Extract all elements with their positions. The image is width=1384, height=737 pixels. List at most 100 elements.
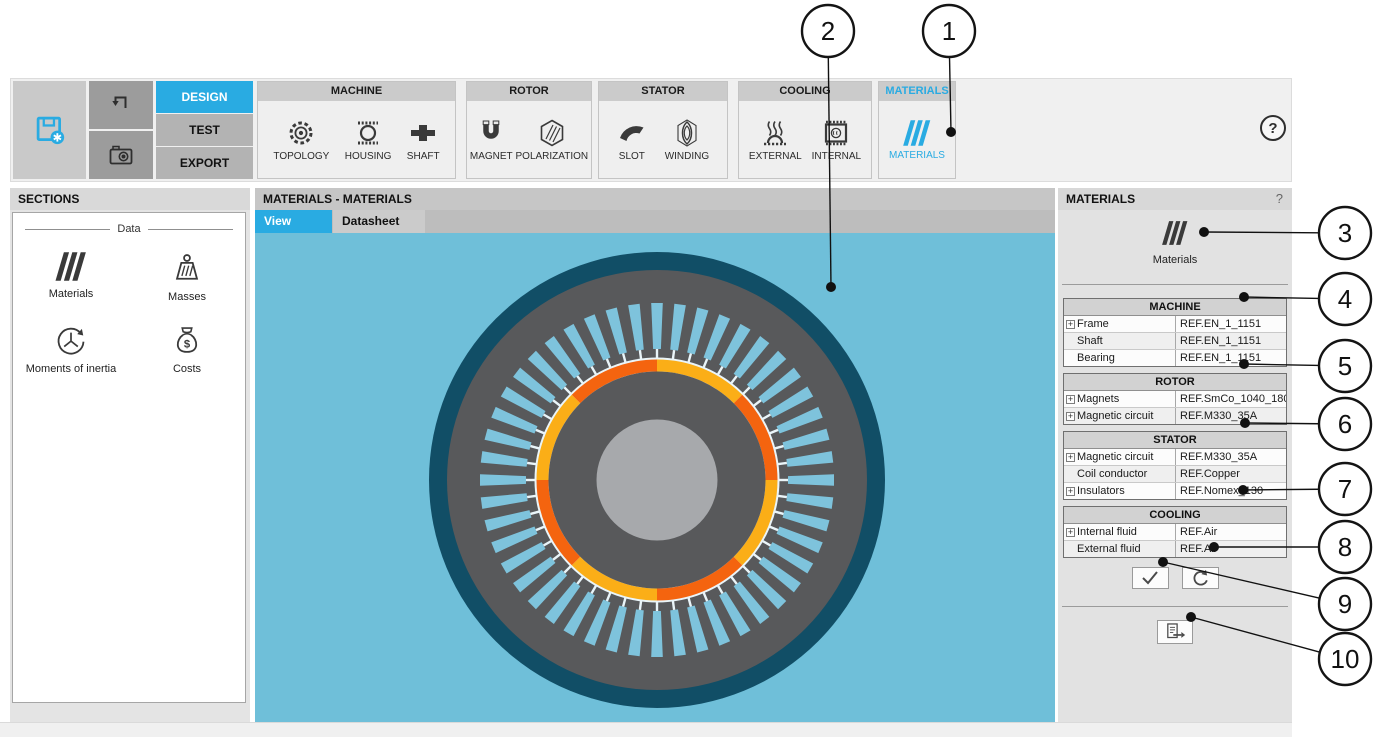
material-value[interactable]: REF.SmCo_1040_1800 — [1175, 391, 1286, 407]
help-button[interactable]: ? — [1260, 115, 1286, 141]
tab-datasheet[interactable]: Datasheet — [333, 210, 425, 233]
winding-coil-icon — [672, 118, 702, 148]
machine-view-canvas[interactable] — [255, 233, 1055, 722]
slot-wedge-icon — [617, 118, 647, 148]
ribbon-group-title: ROTOR — [467, 82, 591, 101]
topology-gear-icon — [286, 118, 316, 148]
ribbon-group-materials: MATERIALS MATERIALS — [878, 81, 956, 179]
status-strip — [0, 722, 1292, 737]
ribbon-item-shaft[interactable]: SHAFT — [407, 118, 440, 162]
ribbon-item-winding[interactable]: WINDING — [665, 118, 709, 162]
apply-button[interactable] — [1132, 567, 1169, 589]
magnet-horseshoe-icon — [476, 118, 506, 148]
data-group-legend: Data — [25, 223, 233, 235]
expand-icon[interactable]: + — [1066, 453, 1075, 462]
ribbon-item-external[interactable]: EXTERNAL — [749, 118, 802, 162]
panel-help-button[interactable]: ? — [1276, 188, 1283, 210]
svg-text:3: 3 — [1338, 218, 1352, 248]
ribbon-group-title: MATERIALS — [879, 82, 955, 101]
expand-icon[interactable]: + — [1066, 320, 1075, 329]
material-value[interactable]: REF.EN_1_1151 — [1175, 333, 1286, 349]
material-value[interactable]: REF.Nomex_130 — [1175, 483, 1286, 499]
ribbon-item-label: WINDING — [665, 151, 709, 162]
material-row: +Magnetic circuitREF.M330_35A — [1064, 449, 1286, 465]
housing-frame-icon — [353, 118, 383, 148]
ribbon-group-cooling: COOLING EXTERNAL — [738, 81, 872, 179]
material-label: Coil conductor — [1064, 466, 1175, 482]
material-value[interactable]: REF.M330_35A — [1175, 408, 1286, 424]
tab-view[interactable]: View — [255, 210, 332, 233]
panel-icon-label: Materials — [1058, 254, 1292, 266]
material-value[interactable]: REF.EN_1_1151 — [1175, 350, 1286, 366]
undo-button[interactable] — [89, 81, 153, 129]
reset-arrow-icon — [1189, 568, 1211, 588]
ribbon-item-label: TOPOLOGY — [273, 151, 329, 162]
inertia-rotation-icon — [54, 323, 88, 357]
ribbon-item-housing[interactable]: HOUSING — [345, 118, 392, 162]
ribbon-group-title: MACHINE — [258, 82, 455, 101]
reset-button[interactable] — [1182, 567, 1219, 589]
snapshot-button[interactable] — [89, 131, 153, 179]
material-label: +Magnetic circuit — [1064, 449, 1175, 465]
ribbon-item-topology[interactable]: TOPOLOGY — [273, 118, 329, 162]
materials-m-logo-icon — [902, 119, 932, 147]
ribbon-item-materials[interactable]: MATERIALS — [889, 119, 945, 161]
material-label: +Frame — [1064, 316, 1175, 332]
tab-test[interactable]: TEST — [156, 114, 253, 146]
sidebar-item-moments-of-inertia[interactable]: Moments of inertia — [26, 323, 116, 375]
material-row: Coil conductorREF.Copper — [1064, 465, 1286, 482]
ribbon-item-label: MATERIALS — [889, 150, 945, 161]
ribbon-item-label: SLOT — [619, 151, 645, 162]
export-materials-button[interactable] — [1157, 620, 1193, 644]
expand-icon[interactable]: + — [1066, 487, 1075, 496]
table-header: STATOR — [1064, 432, 1286, 449]
expand-icon[interactable]: + — [1066, 395, 1075, 404]
panel-title: MATERIALS — [1066, 188, 1135, 210]
panel-divider — [1062, 606, 1288, 607]
material-row: +FrameREF.EN_1_1151 — [1064, 316, 1286, 332]
ribbon-item-polarization[interactable]: POLARIZATION — [516, 118, 589, 162]
sidebar-item-materials[interactable]: Materials — [49, 251, 94, 303]
ribbon-item-label: EXTERNAL — [749, 151, 802, 162]
ribbon-group-rotor: ROTOR MAGNET — [466, 81, 592, 179]
ribbon-group-title: COOLING — [739, 82, 871, 101]
material-label: +Internal fluid — [1064, 524, 1175, 540]
material-value[interactable]: REF.Air — [1175, 541, 1286, 557]
table-header: ROTOR — [1064, 374, 1286, 391]
tab-export[interactable]: EXPORT — [156, 147, 253, 179]
material-value[interactable]: REF.Copper — [1175, 466, 1286, 482]
mode-tabs: DESIGN TEST EXPORT — [156, 81, 253, 179]
weight-icon — [170, 251, 204, 285]
materials-m-logo-icon — [54, 251, 88, 282]
svg-text:9: 9 — [1338, 589, 1352, 619]
ribbon-item-label: HOUSING — [345, 151, 392, 162]
svg-text:8: 8 — [1338, 532, 1352, 562]
money-bag-icon: $ — [170, 323, 204, 357]
material-row: +InsulatorsREF.Nomex_130 — [1064, 482, 1286, 499]
save-button[interactable] — [13, 81, 86, 179]
material-label: External fluid — [1064, 541, 1175, 557]
ribbon-item-slot[interactable]: SLOT — [617, 118, 647, 162]
material-row: +Magnetic circuitREF.M330_35A — [1064, 407, 1286, 424]
ribbon-item-internal[interactable]: INTERNAL — [812, 118, 861, 162]
machine-cross-section — [255, 233, 1055, 722]
internal-heat-icon — [821, 118, 851, 148]
materials-table-cooling: COOLING+Internal fluidREF.AirExternal fl… — [1063, 506, 1287, 558]
material-value[interactable]: REF.Air — [1175, 524, 1286, 540]
ribbon-group-stator: STATOR SLOT WINDING — [598, 81, 728, 179]
sidebar-item-masses[interactable]: Masses — [168, 251, 206, 303]
material-value[interactable]: REF.EN_1_1151 — [1175, 316, 1286, 332]
material-value[interactable]: REF.M330_35A — [1175, 449, 1286, 465]
undo-arrow-icon — [106, 90, 136, 120]
sidebar-item-costs[interactable]: $ Costs — [170, 323, 204, 375]
tab-design[interactable]: DESIGN — [156, 81, 253, 113]
view-title: MATERIALS - MATERIALS — [255, 188, 1055, 210]
expand-icon[interactable]: + — [1066, 412, 1075, 421]
table-header: MACHINE — [1064, 299, 1286, 316]
sections-box: Data Materials — [12, 212, 246, 703]
material-label: +Insulators — [1064, 483, 1175, 499]
expand-icon[interactable]: + — [1066, 528, 1075, 537]
ribbon-item-magnet[interactable]: MAGNET — [470, 118, 513, 162]
export-document-icon — [1162, 621, 1188, 643]
external-heat-waves-icon — [760, 118, 790, 148]
